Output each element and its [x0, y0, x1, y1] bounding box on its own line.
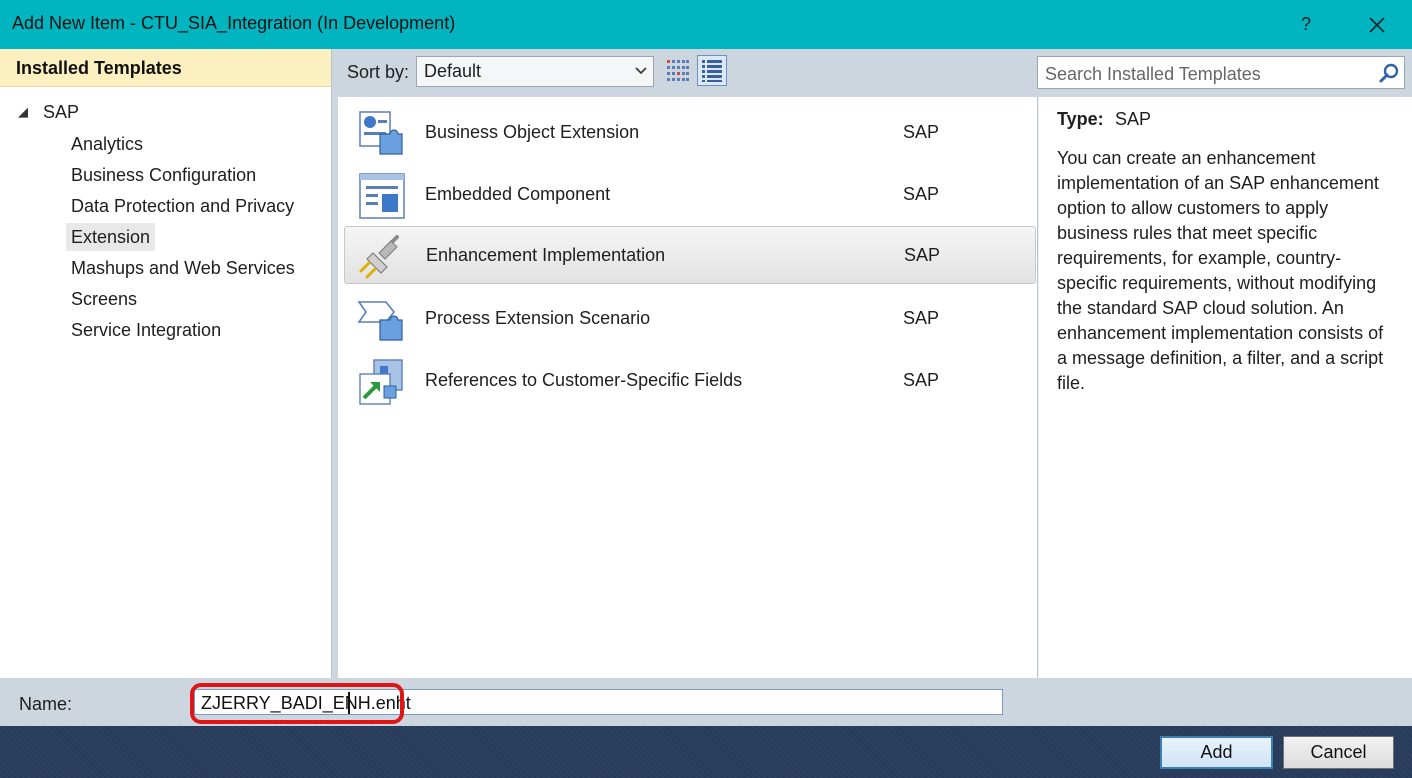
template-description: You can create an enhancement implementa… — [1057, 148, 1384, 393]
tree-item-screens[interactable]: Screens — [66, 285, 142, 313]
small-icons-view-icon — [702, 60, 722, 82]
window-title: Add New Item - CTU_SIA_Integration (In D… — [12, 13, 456, 33]
sort-by-label: Sort by: — [347, 62, 410, 82]
template-row-process-extension-scenario[interactable]: Process Extension Scenario SAP — [344, 290, 1036, 348]
template-name: References to Customer-Specific Fields — [425, 370, 743, 390]
process-extension-icon — [357, 301, 403, 341]
type-label: Type: — [1057, 109, 1104, 129]
chevron-down-icon[interactable] — [634, 64, 648, 78]
template-row-embedded-component[interactable]: Embedded Component SAP — [344, 166, 1036, 224]
name-label: Name: — [19, 694, 73, 714]
close-icon — [1369, 17, 1385, 33]
tree-item-business-configuration[interactable]: Business Configuration — [66, 161, 261, 189]
tree-item-mashups[interactable]: Mashups and Web Services — [66, 254, 300, 282]
plug-icon — [359, 235, 399, 279]
type-value: SAP — [1115, 109, 1152, 129]
template-category: SAP — [903, 308, 940, 328]
installed-templates-header[interactable]: Installed Templates — [0, 49, 331, 87]
close-button[interactable] — [1356, 6, 1398, 42]
template-name: Process Extension Scenario — [425, 308, 651, 328]
template-category: SAP — [903, 122, 940, 142]
medium-icons-view-icon[interactable] — [665, 57, 691, 85]
templates-tree-panel — [0, 49, 332, 678]
template-name: Enhancement Implementation — [426, 245, 666, 265]
cancel-button[interactable]: Cancel — [1283, 736, 1394, 769]
search-input[interactable] — [1045, 64, 1365, 85]
template-category: SAP — [903, 184, 940, 204]
template-row-enhancement-implementation[interactable]: Enhancement Implementation SAP — [344, 226, 1036, 284]
tree-item-analytics[interactable]: Analytics — [66, 130, 148, 158]
tree-item-extension[interactable]: Extension — [66, 223, 156, 251]
installed-templates-label: Installed Templates — [16, 58, 182, 78]
add-button[interactable]: Add — [1160, 736, 1273, 769]
template-row-business-object-extension[interactable]: Business Object Extension SAP — [344, 104, 1036, 162]
sort-by-value: Default — [424, 61, 482, 81]
help-button[interactable]: ? — [1286, 6, 1326, 42]
template-name: Embedded Component — [425, 184, 611, 204]
template-name: Business Object Extension — [425, 122, 640, 142]
tree-item-data-protection[interactable]: Data Protection and Privacy — [66, 192, 299, 220]
template-category: SAP — [904, 245, 941, 265]
text-cursor — [348, 692, 350, 714]
customer-fields-reference-icon — [359, 359, 403, 405]
tree-root-sap[interactable]: SAP — [43, 102, 79, 123]
small-icons-view-button[interactable] — [697, 55, 727, 86]
name-input[interactable] — [201, 692, 991, 714]
search-icon[interactable] — [1378, 62, 1400, 84]
tree-item-service-integration[interactable]: Service Integration — [66, 316, 226, 344]
business-object-extension-icon — [359, 111, 403, 155]
template-category: SAP — [903, 370, 940, 390]
tree-expanded-triangle-icon[interactable]: ◢ — [18, 104, 28, 120]
embedded-component-icon — [359, 173, 405, 219]
template-row-customer-specific-fields[interactable]: References to Customer-Specific Fields S… — [344, 352, 1036, 410]
